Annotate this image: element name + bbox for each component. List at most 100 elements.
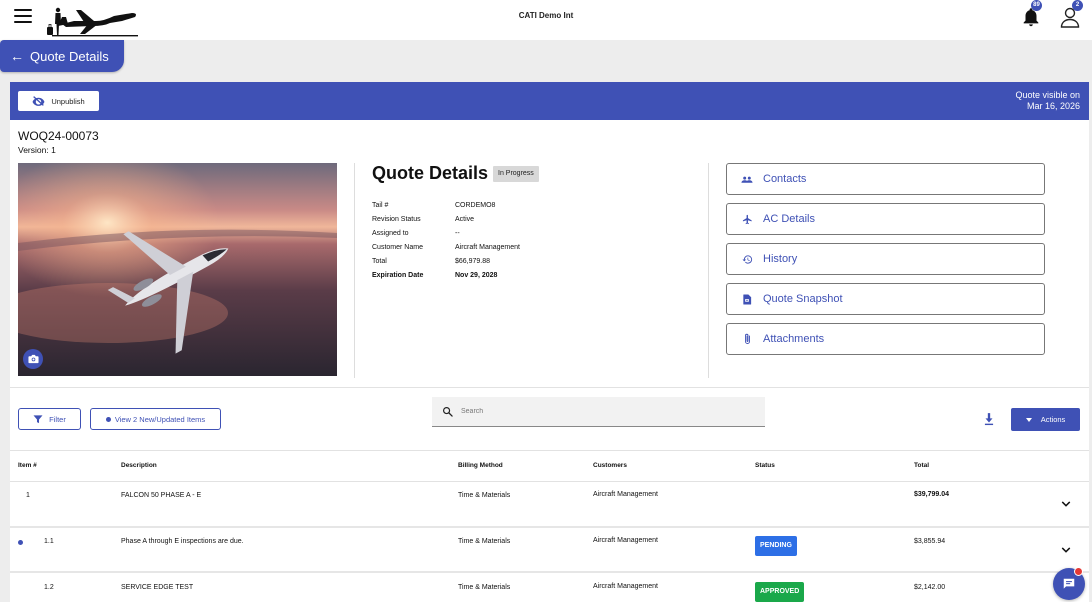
cell-item: 1.2 — [44, 584, 54, 591]
download-button[interactable] — [983, 412, 995, 426]
chevron-down-icon[interactable] — [1061, 500, 1071, 508]
eye-off-icon — [32, 96, 45, 106]
user-badge: 2 — [1072, 0, 1083, 11]
detail-value: Active — [455, 216, 475, 223]
publish-banner: Unpublish Quote visible on Mar 16, 2026 — [10, 82, 1089, 120]
search-icon — [443, 407, 453, 417]
detail-value: CORDEMO8 — [455, 202, 496, 209]
column-header-billing-method[interactable]: Billing Method — [458, 462, 503, 469]
people-icon — [741, 173, 753, 185]
visibility-date: Mar 16, 2026 — [1026, 101, 1080, 111]
detail-label: Expiration Date — [372, 272, 424, 279]
cell-billing-method: Time & Materials — [458, 584, 511, 591]
chat-alert-dot — [1074, 567, 1083, 576]
quote-snapshot-label: Quote Snapshot — [763, 293, 843, 305]
jet-sunset-image — [18, 163, 337, 376]
cell-item: 1.1 — [44, 538, 54, 545]
cell-customer: Aircraft Management — [593, 491, 658, 498]
detail-value: Aircraft Management — [455, 244, 520, 251]
detail-customer-name: Customer Name Aircraft Management — [372, 244, 672, 256]
history-button[interactable]: History — [726, 243, 1045, 275]
quote-snapshot-button[interactable]: Quote Snapshot — [726, 283, 1045, 315]
detail-value: -- — [455, 230, 460, 237]
detail-revision-status: Revision Status Active — [372, 216, 672, 228]
cell-description: SERVICE EDGE TEST — [121, 584, 194, 591]
cell-description: Phase A through E inspections are due. — [121, 538, 244, 545]
details-title: Quote Details — [372, 163, 489, 183]
paperclip-icon — [741, 333, 753, 345]
view-updated-label: View 2 New/Updated Items — [114, 414, 206, 424]
cell-total: $3,855.94 — [914, 538, 946, 545]
detail-label: Tail # — [372, 202, 389, 209]
column-header-customers[interactable]: Customers — [593, 462, 627, 469]
search-input[interactable] — [461, 408, 741, 415]
detail-label: Revision Status — [372, 216, 421, 223]
detail-label: Total — [372, 258, 387, 265]
contacts-label: Contacts — [763, 173, 807, 185]
airplane-icon — [741, 213, 753, 225]
change-photo-button[interactable] — [23, 349, 43, 369]
actions-button[interactable]: Actions — [1011, 408, 1080, 431]
ac-details-label: AC Details — [763, 213, 815, 225]
app-title: CATI Demo Int — [518, 11, 574, 20]
attachments-label: Attachments — [763, 333, 825, 345]
cell-billing-method: Time & Materials — [458, 538, 511, 545]
visibility-info: Quote visible on Mar 16, 2026 — [1015, 90, 1080, 112]
column-header-total[interactable]: Total — [914, 462, 929, 469]
table-top-divider — [10, 450, 1089, 451]
chevron-down-icon[interactable] — [1061, 546, 1071, 554]
camera-icon — [27, 354, 39, 364]
cell-item: 1 — [26, 492, 30, 499]
column-header-description[interactable]: Description — [121, 462, 157, 469]
history-icon — [741, 253, 753, 265]
view-updated-items-button[interactable]: View 2 New/Updated Items — [90, 408, 221, 430]
chat-icon — [1063, 578, 1075, 589]
aircraft-photo — [18, 163, 337, 376]
download-icon — [984, 413, 994, 426]
quote-card: WOQ24-00073 Version: 1 Quote Details In … — [10, 120, 1089, 602]
attachments-button[interactable]: Attachments — [726, 323, 1045, 355]
detail-label: Assigned to — [372, 230, 409, 237]
detail-expiration-date: Expiration Date Nov 29, 2028 — [372, 272, 672, 284]
detail-tail: Tail # CORDEMO8 — [372, 202, 672, 214]
filter-button[interactable]: Filter — [18, 408, 81, 430]
cell-billing-method: Time & Materials — [458, 492, 511, 499]
status-badge: APPROVED — [755, 582, 805, 602]
chat-button[interactable] — [1053, 567, 1085, 600]
detail-assigned-to: Assigned to -- — [372, 230, 672, 242]
cell-total: $39,799.04 — [914, 491, 950, 498]
arrow-left-icon: ← — [10, 48, 24, 64]
unpublish-label: Unpublish — [51, 96, 85, 106]
detail-value: Nov 29, 2028 — [455, 272, 498, 279]
column-header-item[interactable]: Item # — [18, 462, 37, 469]
updated-dot-icon — [18, 540, 23, 545]
cell-customer: Aircraft Management — [593, 583, 658, 590]
unpublish-button[interactable]: Unpublish — [18, 91, 99, 111]
search-field[interactable] — [432, 397, 765, 427]
quote-version: Version: 1 — [18, 145, 56, 155]
row-divider — [10, 571, 1089, 573]
actions-label: Actions — [1040, 415, 1066, 424]
column-header-status[interactable]: Status — [755, 462, 775, 469]
contacts-button[interactable]: Contacts — [726, 163, 1045, 195]
column-divider — [354, 163, 355, 378]
cell-total: $2,142.00 — [914, 584, 946, 591]
ac-details-button[interactable]: AC Details — [726, 203, 1045, 235]
quote-status-chip: In Progress — [493, 166, 539, 182]
notifications-button[interactable]: 89 — [1020, 0, 1042, 28]
user-account-button[interactable]: 2 — [1058, 0, 1083, 29]
snapshot-icon — [741, 293, 753, 305]
filter-icon — [33, 414, 43, 423]
filter-label: Filter — [49, 414, 66, 424]
section-divider — [10, 387, 1089, 388]
history-label: History — [763, 253, 798, 265]
column-divider — [708, 163, 709, 378]
cell-description: FALCON 50 PHASE A - E — [121, 492, 202, 499]
visibility-line-1: Quote visible on — [1015, 90, 1080, 100]
cell-customer: Aircraft Management — [593, 537, 658, 544]
quote-number: WOQ24-00073 — [18, 129, 99, 143]
back-to-quotes-tab[interactable]: ← Quote Details — [0, 40, 124, 72]
detail-label: Customer Name — [372, 244, 423, 251]
updated-dot-icon — [105, 416, 111, 422]
notifications-count-badge: 89 — [1031, 0, 1042, 11]
